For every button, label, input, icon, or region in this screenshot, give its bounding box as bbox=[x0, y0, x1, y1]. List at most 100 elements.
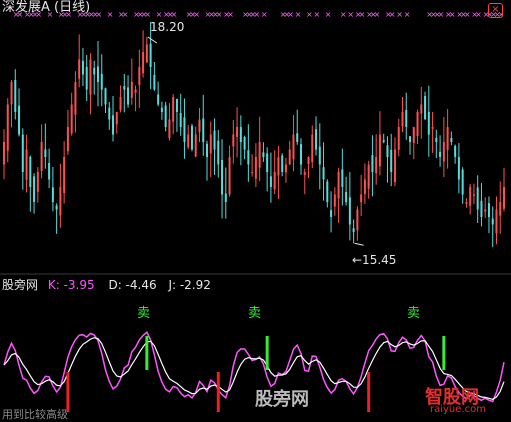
candle-body bbox=[6, 104, 9, 151]
candle-body bbox=[213, 130, 216, 150]
candle-body bbox=[435, 137, 438, 142]
candle-body bbox=[29, 156, 32, 187]
candle-body bbox=[183, 117, 186, 142]
candle-body bbox=[96, 66, 99, 82]
candle-body bbox=[209, 134, 212, 154]
candle-body bbox=[503, 187, 505, 209]
candle-body bbox=[409, 136, 412, 142]
sell-signal-bar bbox=[145, 336, 149, 370]
candle-body bbox=[108, 107, 111, 120]
candlestick-series bbox=[3, 21, 505, 248]
low-price-label: ←15.45 bbox=[352, 253, 397, 267]
buy-signal-bar bbox=[367, 372, 371, 412]
candle-body bbox=[367, 164, 370, 189]
candle-body bbox=[371, 154, 374, 172]
candle-body bbox=[266, 153, 269, 172]
candle-body bbox=[390, 149, 393, 172]
candle-body bbox=[360, 194, 363, 203]
candle-body bbox=[190, 125, 193, 150]
candle-body bbox=[273, 172, 276, 190]
candle-body bbox=[251, 172, 254, 173]
candle-body bbox=[149, 43, 152, 67]
candle-body bbox=[254, 157, 257, 179]
candle-body bbox=[322, 167, 325, 180]
candle-body bbox=[70, 104, 73, 134]
j-value: J: -2.92 bbox=[168, 278, 211, 292]
candle-body bbox=[412, 127, 415, 143]
indicator-name: 股旁网 bbox=[2, 278, 39, 292]
signal-marker: × bbox=[374, 10, 381, 19]
annotation-pointer bbox=[147, 36, 158, 44]
chart-title: 深发展A (日线) bbox=[2, 0, 91, 15]
stock-chart: ×× ×××× × ××× ×××××× × ×× ×××× × ××× ××× ×××× ×× ××××… bbox=[0, 10, 511, 412]
sell-signal-bar bbox=[442, 336, 446, 370]
signal-marker: × bbox=[359, 10, 366, 19]
candle-body bbox=[424, 96, 427, 120]
candle-body bbox=[224, 193, 227, 202]
candle-body bbox=[330, 210, 333, 217]
candle-body bbox=[442, 142, 445, 162]
candle-body bbox=[277, 157, 280, 176]
signal-marker: × bbox=[227, 10, 234, 19]
signal-marker: × bbox=[314, 10, 321, 19]
candle-body bbox=[112, 115, 115, 135]
signal-marker: × bbox=[171, 10, 178, 19]
candle-body bbox=[89, 59, 92, 95]
candle-body bbox=[93, 67, 96, 75]
candle-body bbox=[446, 127, 449, 151]
candle-body bbox=[307, 157, 310, 165]
candle-body bbox=[63, 157, 66, 193]
close-icon[interactable]: × bbox=[488, 3, 503, 18]
candle-body bbox=[416, 112, 419, 137]
signal-marker: × bbox=[107, 10, 114, 19]
candle-body bbox=[179, 113, 182, 127]
candle-body bbox=[206, 143, 209, 157]
signal-marker: × bbox=[193, 10, 200, 19]
candle-body bbox=[262, 152, 265, 157]
watermark-text: 股旁网 bbox=[255, 389, 309, 410]
candle-body bbox=[48, 163, 51, 180]
candle-body bbox=[236, 127, 239, 137]
candle-body bbox=[78, 59, 81, 79]
signal-marker: × bbox=[287, 10, 294, 19]
candle-body bbox=[472, 194, 475, 196]
candle-body bbox=[431, 127, 434, 129]
candle-body bbox=[85, 66, 88, 90]
candle-body bbox=[303, 172, 306, 176]
candle-body bbox=[100, 73, 103, 90]
candle-body bbox=[74, 82, 77, 115]
candle-body bbox=[382, 140, 385, 142]
candle-body bbox=[465, 202, 468, 204]
candle-body bbox=[337, 172, 340, 199]
candle-body bbox=[469, 187, 472, 206]
candle-body bbox=[160, 107, 163, 112]
candle-body bbox=[198, 119, 201, 133]
candle-body bbox=[168, 119, 171, 139]
candle-body bbox=[81, 60, 84, 75]
candle-body bbox=[3, 142, 5, 165]
signal-marker: × bbox=[306, 10, 313, 19]
indicator-legend: 股旁网 K: -3.95 D: -4.46 J: -2.92 bbox=[2, 278, 211, 292]
signal-marker: × bbox=[449, 10, 456, 19]
buy-signal-bar bbox=[216, 372, 220, 412]
signal-marker: × bbox=[347, 10, 354, 19]
candle-body bbox=[401, 112, 404, 127]
candle-body bbox=[202, 118, 205, 142]
candle-body bbox=[386, 145, 389, 157]
candle-body bbox=[51, 187, 54, 202]
candle-body bbox=[352, 228, 355, 232]
candle-body bbox=[281, 155, 284, 172]
candle-body bbox=[363, 179, 366, 194]
candle-body bbox=[296, 133, 299, 142]
candle-body bbox=[18, 105, 21, 135]
candle-body bbox=[487, 203, 490, 217]
candle-body bbox=[217, 140, 220, 165]
annotation-pointer bbox=[354, 242, 364, 246]
signal-marker: × bbox=[295, 10, 302, 19]
candle-body bbox=[172, 97, 175, 122]
signal-marker: × bbox=[122, 10, 129, 19]
signal-marker: × bbox=[261, 10, 268, 19]
candle-body bbox=[10, 82, 13, 105]
candle-body bbox=[288, 149, 291, 165]
candle-body bbox=[397, 127, 400, 150]
